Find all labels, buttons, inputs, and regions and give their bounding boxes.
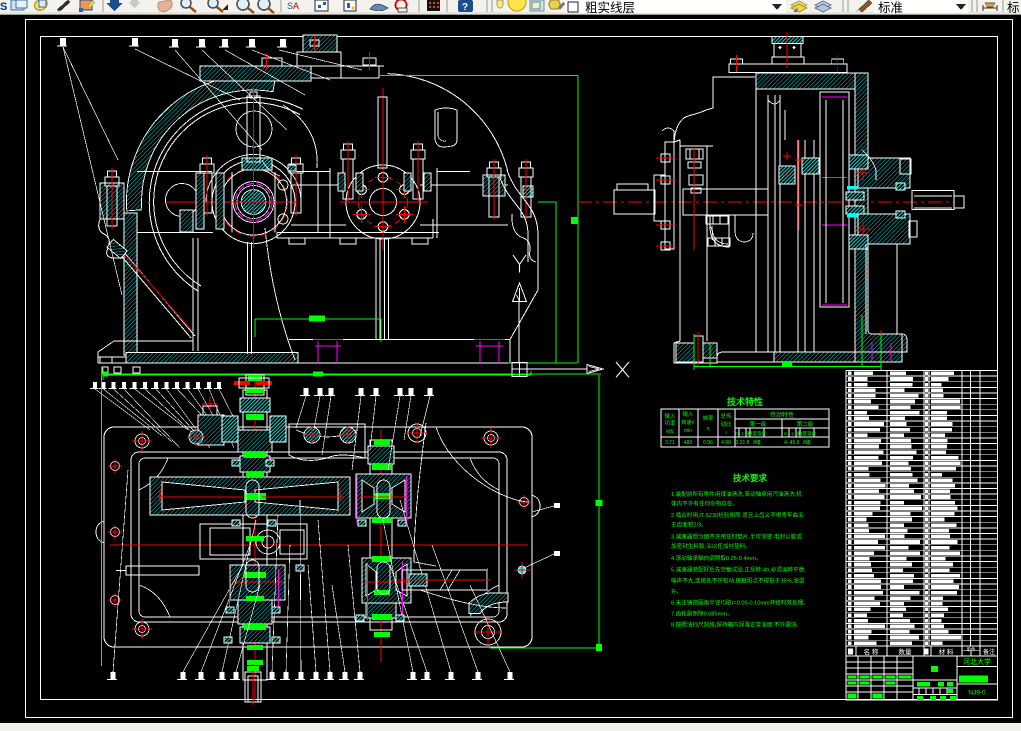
svg-text:技术特性: 技术特性 <box>727 396 763 407</box>
svg-text:3.71: 3.71 <box>665 440 675 446</box>
svg-text:噪声不大,连接处不许松动,接触斑点不得低于35%,油温: 噪声不大,连接处不许松动,接触斑点不得低于35%,油温 <box>671 577 805 585</box>
svg-text:?: ? <box>462 2 468 13</box>
svg-text:7.齿轮副侧隙0.085mm。: 7.齿轮副侧隙0.085mm。 <box>671 610 733 618</box>
svg-text:480: 480 <box>684 440 693 446</box>
svg-text:体内不许有任何杂物存在。: 体内不许有任何杂物存在。 <box>671 500 738 508</box>
svg-text:8: 8 <box>797 440 800 446</box>
svg-text:8: 8 <box>747 440 750 446</box>
svg-text:45: 45 <box>790 440 796 446</box>
svg-text:主齿面积2/3。: 主齿面积2/3。 <box>671 521 707 529</box>
svg-text:6.未注铸造圆角半径均取r=0.05-0.10mm并经时效处: 6.未注铸造圆角半径均取r=0.05-0.10mm并经时效处理。 <box>671 599 809 607</box>
svg-text:功率: 功率 <box>664 419 676 427</box>
svg-text:8级: 8级 <box>753 439 761 446</box>
svg-text:第二级: 第二级 <box>797 420 814 428</box>
svg-text:数量: 数量 <box>899 647 913 656</box>
svg-text:min: min <box>684 428 692 434</box>
svg-text:η: η <box>706 426 709 432</box>
svg-text:4.滚动轴承轴向调隙取0.25-0.4mm。: 4.滚动轴承轴向调隙取0.25-0.4mm。 <box>671 554 761 562</box>
svg-text:粗实线层: 粗实线层 <box>585 0 635 15</box>
svg-text:升。: 升。 <box>671 588 682 596</box>
svg-text:加密封生料胶,汕以任加衬垫料。: 加密封生料胶,汕以任加衬垫料。 <box>671 542 751 550</box>
svg-text:m: m <box>735 431 739 436</box>
svg-text:标准: 标准 <box>878 1 903 15</box>
svg-text:4: 4 <box>784 440 787 446</box>
svg-text:m: m <box>784 431 788 436</box>
svg-text:0.96: 0.96 <box>703 440 713 446</box>
svg-text:31: 31 <box>740 440 746 446</box>
svg-text:名 称: 名 称 <box>864 647 879 656</box>
svg-text:输入: 输入 <box>682 410 694 418</box>
svg-text:1.装配前所有零件用煤油清洗,滚动轴承用汽油清洗,机: 1.装配前所有零件用煤油清洗,滚动轴承用汽油清洗,机 <box>671 490 802 498</box>
svg-text:材 料: 材 料 <box>939 647 954 656</box>
svg-text:i: i <box>725 430 726 436</box>
svg-text:NJ9-0: NJ9-0 <box>968 690 986 697</box>
svg-text:8级: 8级 <box>803 439 811 446</box>
svg-text:kW: kW <box>666 429 674 435</box>
svg-text:传动特性: 传动特性 <box>770 411 794 419</box>
svg-text:河北大学: 河北大学 <box>963 657 991 666</box>
svg-text:SA: SA <box>287 1 299 11</box>
svg-text:S: S <box>0 1 7 13</box>
svg-text:备注: 备注 <box>983 648 995 656</box>
svg-text:4.98: 4.98 <box>721 440 731 446</box>
svg-text:8.按照油标尺刻线,保持箱内润滑正常油面,不许漏油。: 8.按照油标尺刻线,保持箱内润滑正常油面,不许漏油。 <box>671 621 802 629</box>
svg-text:5.减速器装配好后先空载试验,正反转-4h,必须运转平稳,: 5.减速器装配好后先空载试验,正反转-4h,必须运转平稳, <box>671 566 806 574</box>
svg-text:精度等级: 精度等级 <box>798 430 816 437</box>
svg-text:第一级: 第一级 <box>750 420 767 428</box>
svg-text:动比: 动比 <box>720 420 732 428</box>
svg-text:标: 标 <box>1007 1 1020 15</box>
svg-text:技术要求: 技术要求 <box>733 473 768 483</box>
svg-text:转速r/: 转速r/ <box>681 419 695 426</box>
svg-text:3.减速器剖分面不许用任何垫片,半可涂密.电封以胶或: 3.减速器剖分面不许用任何垫片,半可涂密.电封以胶或 <box>671 533 802 541</box>
svg-text:总传: 总传 <box>720 412 732 420</box>
svg-text:精度等级: 精度等级 <box>748 430 766 437</box>
svg-text:效率: 效率 <box>702 414 714 422</box>
svg-text:输入: 输入 <box>664 412 676 420</box>
svg-text:2.啮合时用JT-5230检验侧隙,须且上齿义不得弯年曲五: 2.啮合时用JT-5230检验侧隙,须且上齿义不得弯年曲五 <box>671 511 804 519</box>
svg-text:3: 3 <box>736 440 739 446</box>
